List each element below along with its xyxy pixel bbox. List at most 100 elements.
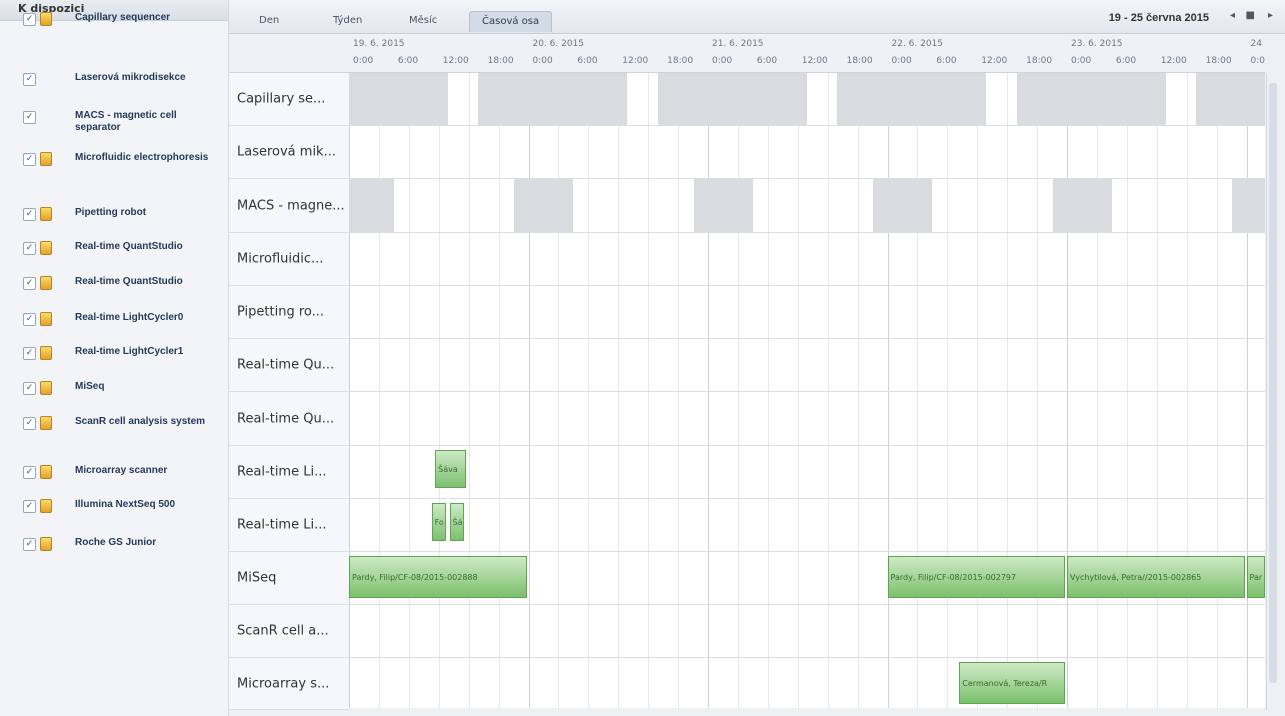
scrollbar-thumb[interactable] [1269, 83, 1277, 683]
hour-label: 6:00 [936, 56, 957, 66]
resource-checkbox[interactable]: ✓ [23, 417, 36, 430]
reservation-event[interactable]: Cermanová, Tereza/R [959, 662, 1066, 704]
resource-name: Capillary sequencer [75, 12, 171, 23]
reservation-event[interactable]: Vychytilová, Petra//2015-002865 [1067, 556, 1245, 598]
resource-checkbox[interactable]: ✓ [23, 111, 36, 124]
row-divider [349, 657, 1265, 658]
next-arrow-icon[interactable]: ▸ [1268, 10, 1273, 21]
calendar-icon [40, 312, 52, 326]
calendar-icon [40, 207, 52, 221]
hour-label: 0:00 [353, 56, 374, 66]
resource-item[interactable]: ✓ Pipetting robot [0, 207, 228, 237]
resource-checkbox[interactable]: ✓ [23, 466, 36, 479]
hour-label: 0:00 [1071, 56, 1092, 66]
resource-item[interactable]: ✓ Real-time LightCycler0 [0, 312, 228, 342]
unavailable-block [349, 73, 448, 125]
resource-checkbox[interactable]: ✓ [23, 538, 36, 551]
row-divider [349, 178, 1265, 179]
resource-name: Real-time LightCycler1 [75, 346, 184, 357]
hour-label: 12:00 [981, 56, 1008, 66]
resource-item[interactable]: ✓ Laserová mikrodisekce [0, 72, 228, 102]
resource-item[interactable]: ✓ ScanR cell analysis system [0, 416, 228, 446]
reservation-event[interactable]: Fo [431, 503, 446, 541]
resource-name: Real-time QuantStudio [75, 276, 183, 287]
row-divider [349, 285, 1265, 286]
row-label: MACS - magne... [229, 179, 349, 233]
timeline-grid[interactable]: Capillary se... Laserová mik... MACS - mag… [229, 73, 1265, 710]
hour-label: 18:00 [846, 56, 873, 66]
row-label: Microarray s... [229, 658, 349, 710]
hour-label: 12:00 [1160, 56, 1187, 66]
reservation-event[interactable]: Par [1246, 556, 1265, 598]
day-header: 20. 6. 2015 [532, 39, 585, 49]
resource-checkbox[interactable]: ✓ [23, 153, 36, 166]
day-header: 21. 6. 2015 [712, 39, 764, 49]
resource-item[interactable]: ✓ Microfluidic electrophoresis [0, 152, 228, 182]
row-label: Real-time Qu... [229, 392, 349, 446]
resource-checkbox[interactable]: ✓ [23, 382, 36, 395]
hour-label: 6:00 [756, 56, 778, 66]
row-label-text: Capillary se... [237, 91, 326, 107]
row-label-text: Real-time Qu... [237, 411, 335, 426]
row-label: Pipetting ro... [229, 286, 349, 339]
calendar-icon [40, 381, 52, 395]
resource-checkbox[interactable]: ✓ [23, 500, 36, 513]
row-label-text: Pipetting ro... [237, 304, 325, 320]
unavailable-block [837, 73, 987, 125]
resource-checkbox[interactable]: ✓ [23, 208, 36, 221]
prev-arrow-icon[interactable]: ◂ [1230, 10, 1235, 21]
row-label-text: MACS - magne... [237, 198, 345, 213]
row-label: Microfluidic... [229, 233, 349, 286]
row-label: Real-time Li... [229, 499, 349, 552]
reservation-event[interactable]: Šáva [435, 450, 466, 488]
reservation-event[interactable]: Šá [449, 503, 464, 541]
resource-checkbox[interactable]: ✓ [23, 73, 36, 86]
tab-casova-osa[interactable]: Časová osa [469, 11, 553, 32]
today-square-icon[interactable]: ■ [1246, 10, 1255, 21]
reservation-event[interactable]: Pardy, Filip/CF-08/2015-002797 [887, 556, 1066, 598]
row-label: Real-time Li... [229, 446, 349, 499]
resource-name: Real-time QuantStudio [75, 241, 183, 252]
hour-label: 12:00 [801, 56, 828, 66]
horizontal-scrollbar[interactable] [349, 708, 1265, 716]
row-label-text: ScanR cell a... [237, 623, 329, 639]
resource-item[interactable]: ✓ MiSeq [0, 381, 228, 411]
reservation-event[interactable]: Pardy, Filip/CF-08/2015-002888 [349, 556, 527, 598]
unavailable-block [349, 179, 394, 232]
vertical-scrollbar[interactable] [1266, 73, 1279, 710]
resource-checkbox[interactable]: ✓ [23, 13, 36, 26]
resource-checkbox[interactable]: ✓ [23, 277, 36, 290]
resource-item[interactable]: ✓ Roche GS Junior [0, 537, 228, 567]
row-label: Capillary se... [229, 73, 349, 126]
calendar-icon [40, 241, 52, 255]
resource-item[interactable]: ✓ Microarray scanner [0, 465, 228, 495]
resource-name: Real-time LightCycler0 [75, 312, 184, 323]
resource-name: Roche GS Junior [75, 537, 157, 548]
hour-label: 0:00 [891, 56, 912, 66]
tab-tyden[interactable]: Týden [321, 11, 374, 31]
hour-label: 18:00 [667, 56, 694, 66]
row-label-text: Laserová mik... [237, 144, 336, 160]
resource-item[interactable]: ✓ Real-time QuantStudio [0, 276, 228, 306]
hour-label: 18:00 [1205, 56, 1232, 66]
calendar-icon [40, 537, 52, 551]
row-label-text: Real-time Li... [237, 517, 327, 533]
hour-label: 6:00 [397, 56, 419, 66]
resource-item[interactable]: ✓ Real-time QuantStudio [0, 241, 228, 271]
unavailable-block [1016, 73, 1166, 125]
row-divider [349, 338, 1265, 339]
tab-den[interactable]: Den [247, 11, 291, 31]
resource-item[interactable]: ✓ Illumina NextSeq 500 [0, 499, 228, 529]
resource-item[interactable]: ✓ MACS - magnetic cell separator [0, 110, 228, 140]
resource-checkbox[interactable]: ✓ [23, 242, 36, 255]
resource-name: Microfluidic electrophoresis [75, 152, 209, 163]
resource-checkbox[interactable]: ✓ [23, 313, 36, 326]
calendar-icon [40, 276, 52, 290]
row-label: Real-time Qu... [229, 339, 349, 392]
resource-item[interactable]: ✓ Capillary sequencer [0, 12, 228, 42]
hour-label: 12:00 [622, 56, 649, 66]
resource-item[interactable]: ✓ Real-time LightCycler1 [0, 346, 228, 376]
tab-mesic[interactable]: Měsíc [397, 11, 449, 31]
resource-checkbox[interactable]: ✓ [23, 347, 36, 360]
hour-label: 0:00 [532, 56, 553, 66]
